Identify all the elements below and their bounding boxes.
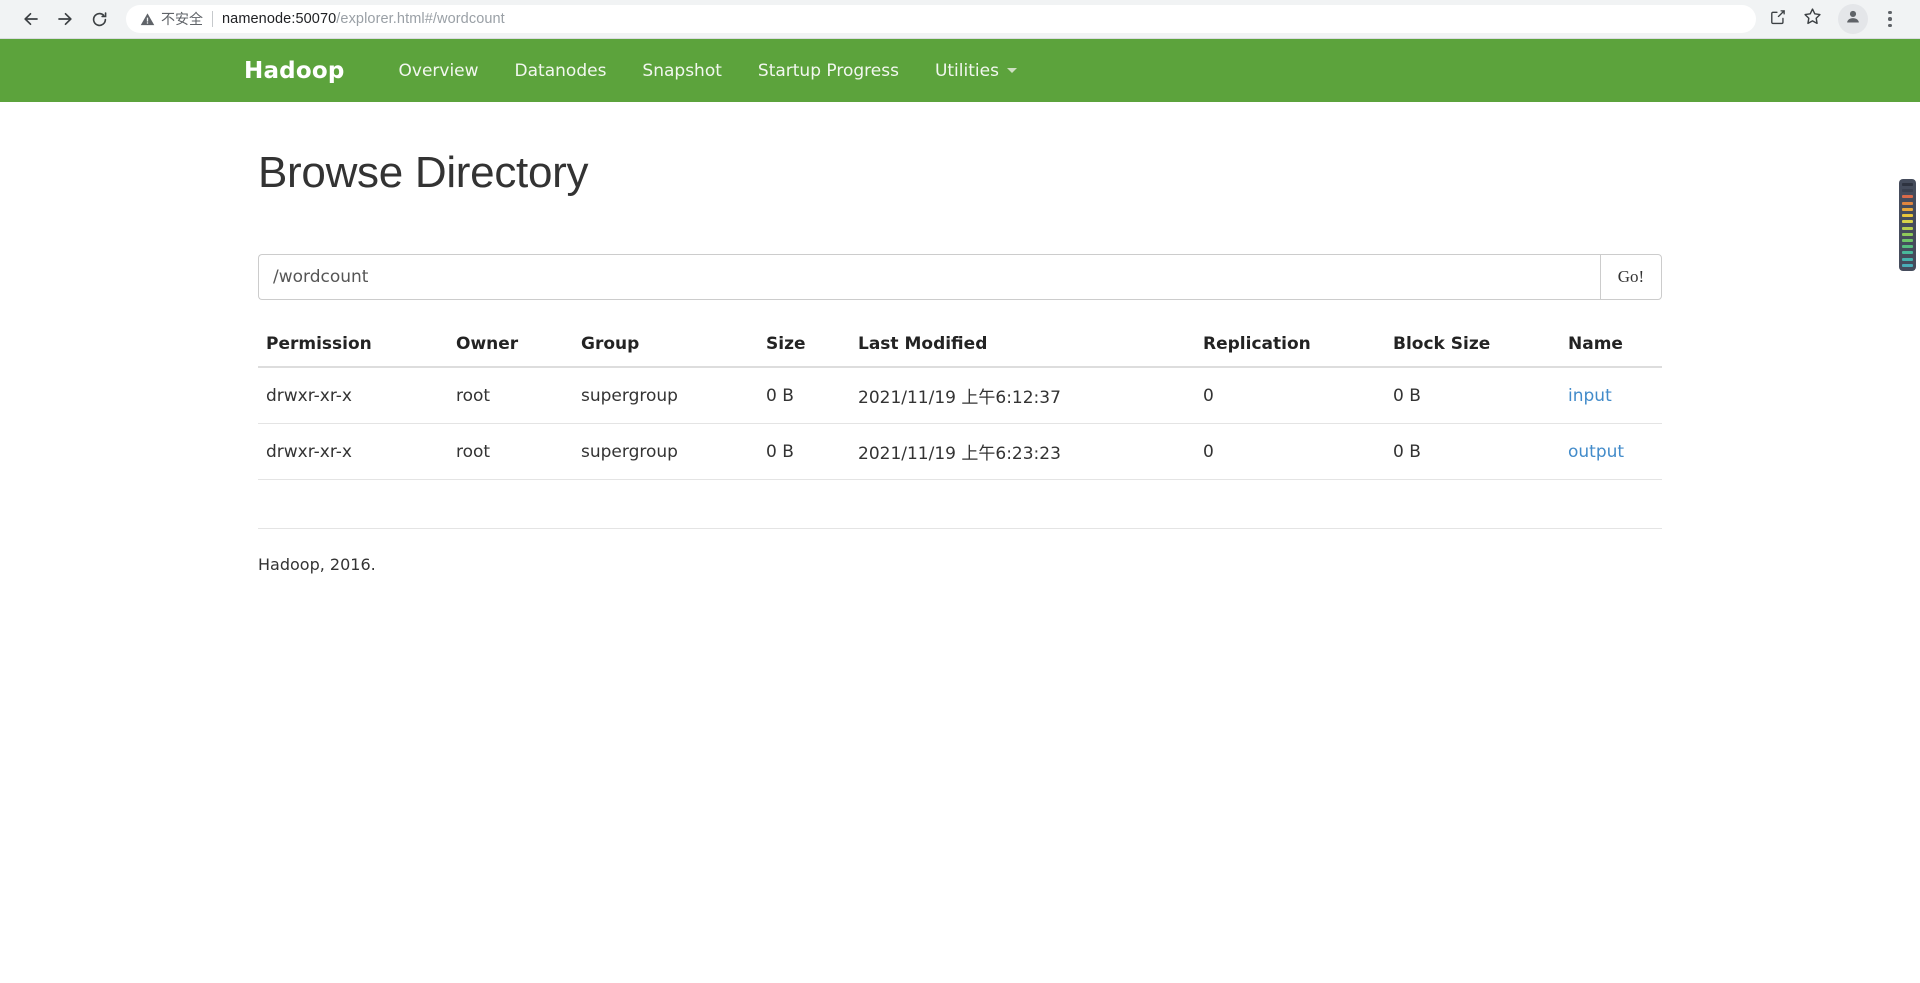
path-input[interactable] [258,254,1600,300]
table-header: Permission Owner Group Size Last Modifie… [258,324,1662,368]
nav-item-startup-progress[interactable]: Startup Progress [740,61,917,81]
not-secure-warning-icon[interactable] [140,12,155,27]
omnibox-divider [212,11,213,27]
scroll-marker-stripe [1902,207,1913,211]
nav-item-datanodes[interactable]: Datanodes [497,61,625,81]
file-link-input[interactable]: input [1568,386,1612,406]
table-body: drwxr-xr-x root supergroup 0 B 2021/11/1… [258,367,1662,480]
chevron-down-icon [1006,68,1017,73]
reload-button[interactable] [82,2,116,36]
scroll-marker-stripe [1902,245,1913,249]
kebab-menu-icon [1888,10,1892,28]
hadoop-navbar: Hadoop Overview Datanodes Snapshot Start… [0,39,1920,102]
table-row[interactable]: drwxr-xr-x root supergroup 0 B 2021/11/1… [258,423,1662,480]
scroll-marker-stripe [1902,195,1913,199]
column-header-permission[interactable]: Permission [258,324,448,368]
column-header-name[interactable]: Name [1560,324,1662,368]
back-button[interactable] [14,2,48,36]
navbar-links: Overview Datanodes Snapshot Startup Prog… [381,61,1035,81]
cell-owner: root [456,385,491,406]
forward-arrow-icon [55,9,75,29]
browser-actions [1762,3,1906,35]
cell-replication: 0 [1195,423,1385,480]
go-button[interactable]: Go! [1600,254,1662,300]
file-link-output[interactable]: output [1568,442,1624,462]
content-container: Browse Directory Go! Permission Owner Gr… [240,148,1680,574]
nav-item-utilities[interactable]: Utilities [917,61,1035,81]
url-host: namenode:50070 [222,11,337,27]
reload-icon [90,10,109,29]
scroll-marker-stripe [1902,214,1913,218]
share-icon [1769,8,1787,31]
footer-text: Hadoop, 2016. [258,555,376,574]
nav-item-snapshot[interactable]: Snapshot [624,61,739,81]
scroll-marker-stripe [1902,226,1913,230]
cell-replication: 0 [1203,385,1214,406]
omnibox[interactable]: 不安全 namenode:50070/explorer.html#/wordco… [126,5,1756,33]
nav-item-utilities-label: Utilities [934,60,999,81]
url-path: /explorer.html#/wordcount [336,11,505,27]
security-status-label: 不安全 [161,12,203,28]
table-header-row: Permission Owner Group Size Last Modifie… [258,324,1662,368]
scroll-marker-stripe [1902,201,1913,205]
brand-logo[interactable]: Hadoop [244,58,345,84]
browser-toolbar: 不安全 namenode:50070/explorer.html#/wordco… [0,0,1920,39]
back-arrow-icon [21,9,41,29]
scroll-marker-stripe [1902,183,1913,186]
nav-item-overview[interactable]: Overview [381,61,497,81]
scroll-marker-stripe [1902,251,1913,255]
scroll-marker-widget[interactable] [1899,179,1916,271]
cell-group: supergroup [573,423,758,480]
cell-block-size: 0 B [1393,385,1421,406]
table-row[interactable]: drwxr-xr-x root supergroup 0 B 2021/11/1… [258,367,1662,424]
column-header-group[interactable]: Group [573,324,758,368]
cell-name: input [1560,367,1662,424]
column-header-replication[interactable]: Replication [1195,324,1385,368]
scroll-marker-stripe [1902,238,1913,242]
cell-size: 0 B [758,423,850,480]
column-header-owner[interactable]: Owner [448,324,573,368]
column-header-block-size[interactable]: Block Size [1385,324,1560,368]
directory-listing-table: Permission Owner Group Size Last Modifie… [258,324,1662,480]
column-header-size[interactable]: Size [758,324,850,368]
cell-name: output [1560,423,1662,480]
url-text: namenode:50070/explorer.html#/wordcount [222,11,505,27]
scroll-marker-stripe [1902,189,1913,193]
cell-block-size: 0 B [1385,423,1560,480]
cell-permission: drwxr-xr-x [258,423,448,480]
forward-button[interactable] [48,2,82,36]
scroll-marker-stripe [1902,257,1913,261]
cell-last-modified: 2021/11/19 上午6:12:37 [858,388,1061,408]
path-search-group: Go! [258,254,1662,300]
share-button[interactable] [1762,3,1794,35]
star-icon [1803,7,1822,31]
cell-size: 0 B [766,385,794,406]
profile-button[interactable] [1838,4,1868,34]
cell-permission: drwxr-xr-x [266,385,352,406]
cell-owner: root [448,423,573,480]
bookmark-button[interactable] [1796,3,1828,35]
page-title: Browse Directory [258,148,589,197]
scroll-marker-stripe [1902,232,1913,236]
footer-divider [258,528,1662,529]
scroll-marker-stripe [1902,263,1913,267]
page-viewport: Hadoop Overview Datanodes Snapshot Start… [0,39,1920,983]
chrome-menu-button[interactable] [1874,3,1906,35]
scroll-marker-stripe [1902,220,1913,224]
profile-avatar-icon [1844,8,1862,31]
column-header-last-modified[interactable]: Last Modified [850,324,1195,368]
cell-last-modified: 2021/11/19 上午6:23:23 [850,423,1195,480]
cell-group: supergroup [581,385,678,406]
